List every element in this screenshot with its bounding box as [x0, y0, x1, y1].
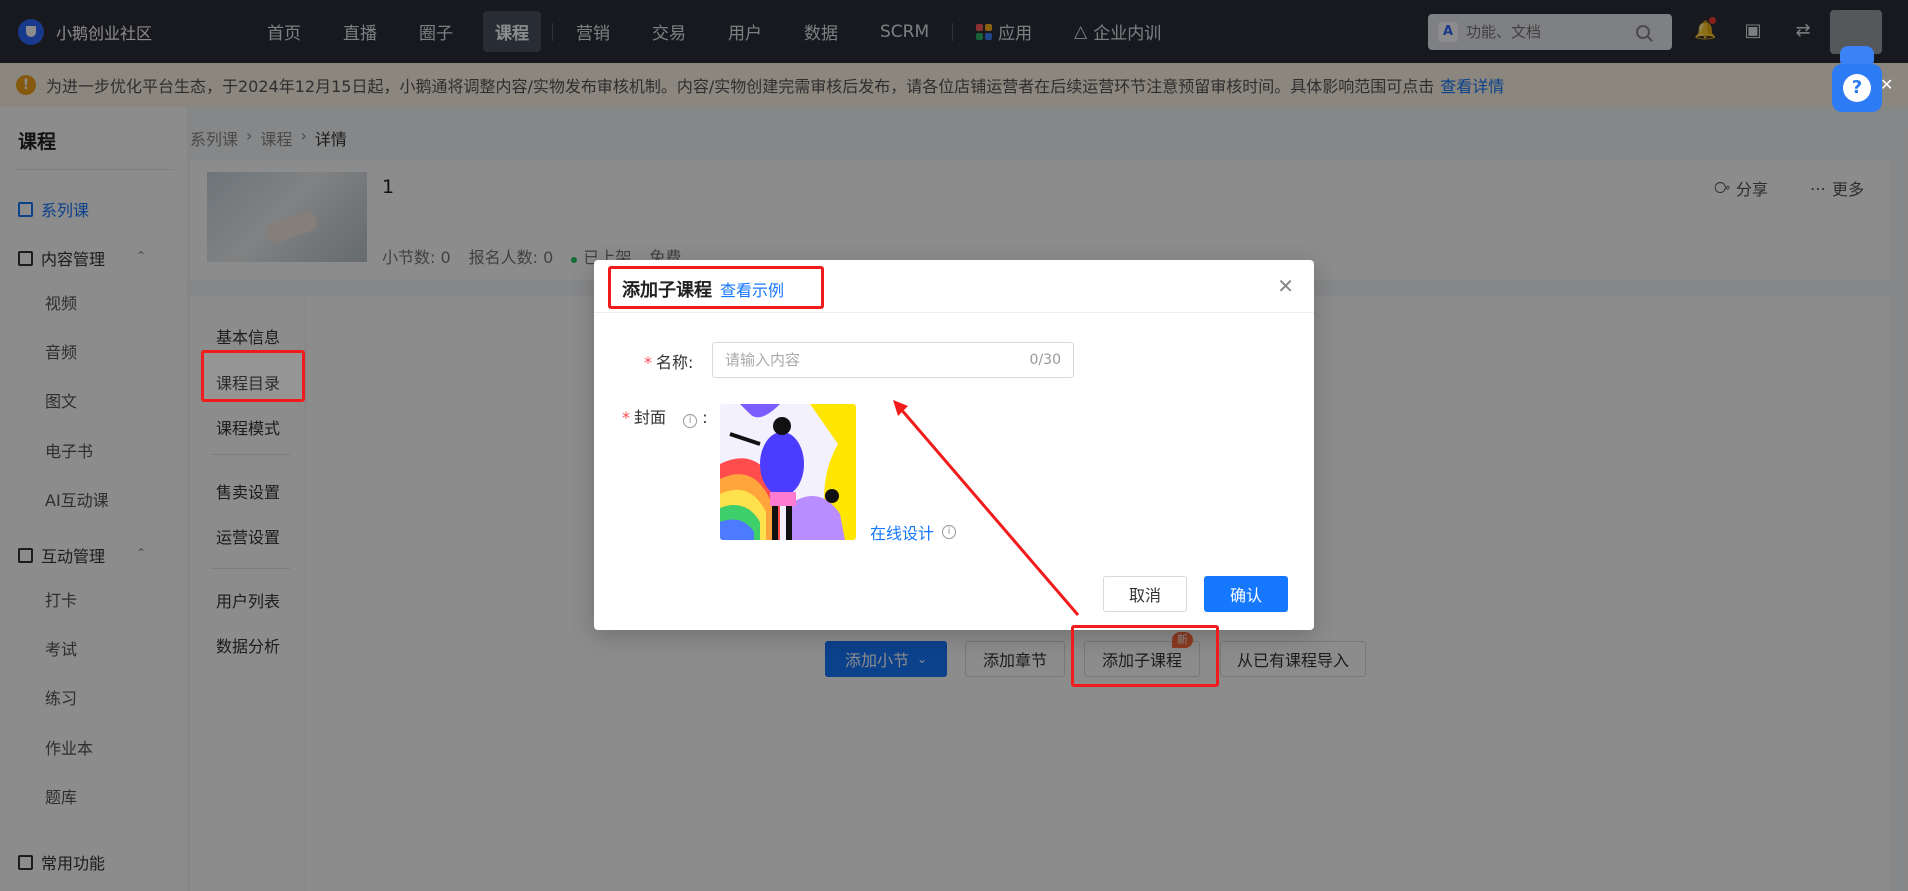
confirm-button[interactable]: 确认	[1204, 576, 1288, 612]
cover-label-text: 封面	[634, 408, 667, 427]
assistant-bot[interactable]: ?	[1832, 34, 1882, 112]
name-label: * 名称:	[644, 349, 693, 373]
required-mark: *	[644, 353, 652, 372]
cancel-button[interactable]: 取消	[1103, 576, 1187, 612]
close-icon[interactable]: ✕	[1277, 274, 1294, 298]
cover-label-colon: :	[702, 408, 708, 427]
name-field[interactable]: 0/30	[712, 342, 1074, 378]
name-input[interactable]	[725, 351, 1030, 369]
highlight-catalog-tab	[201, 350, 305, 402]
char-counter: 0/30	[1029, 352, 1061, 368]
help-icon: ?	[1843, 74, 1871, 102]
notice-close-icon[interactable]: ✕	[1880, 75, 1893, 94]
info-icon[interactable]: i	[683, 414, 698, 428]
info-icon[interactable]: i	[942, 525, 957, 539]
name-label-text: 名称:	[656, 353, 694, 372]
help-button[interactable]: ?	[1832, 64, 1882, 112]
highlight-dialog-title	[608, 266, 824, 309]
cover-illustration	[720, 404, 856, 540]
online-design-label: 在线设计	[870, 524, 935, 543]
cover-label: * 封面 i :	[622, 404, 708, 428]
highlight-subcourse-button	[1071, 625, 1219, 687]
required-mark: *	[622, 408, 630, 427]
add-subcourse-dialog: 添加子课程 查看示例 ✕ *名称: 0/30 *封面 i :	[594, 260, 1314, 630]
cover-image[interactable]	[720, 404, 856, 540]
online-design-link[interactable]: 在线设计 i	[870, 520, 957, 544]
